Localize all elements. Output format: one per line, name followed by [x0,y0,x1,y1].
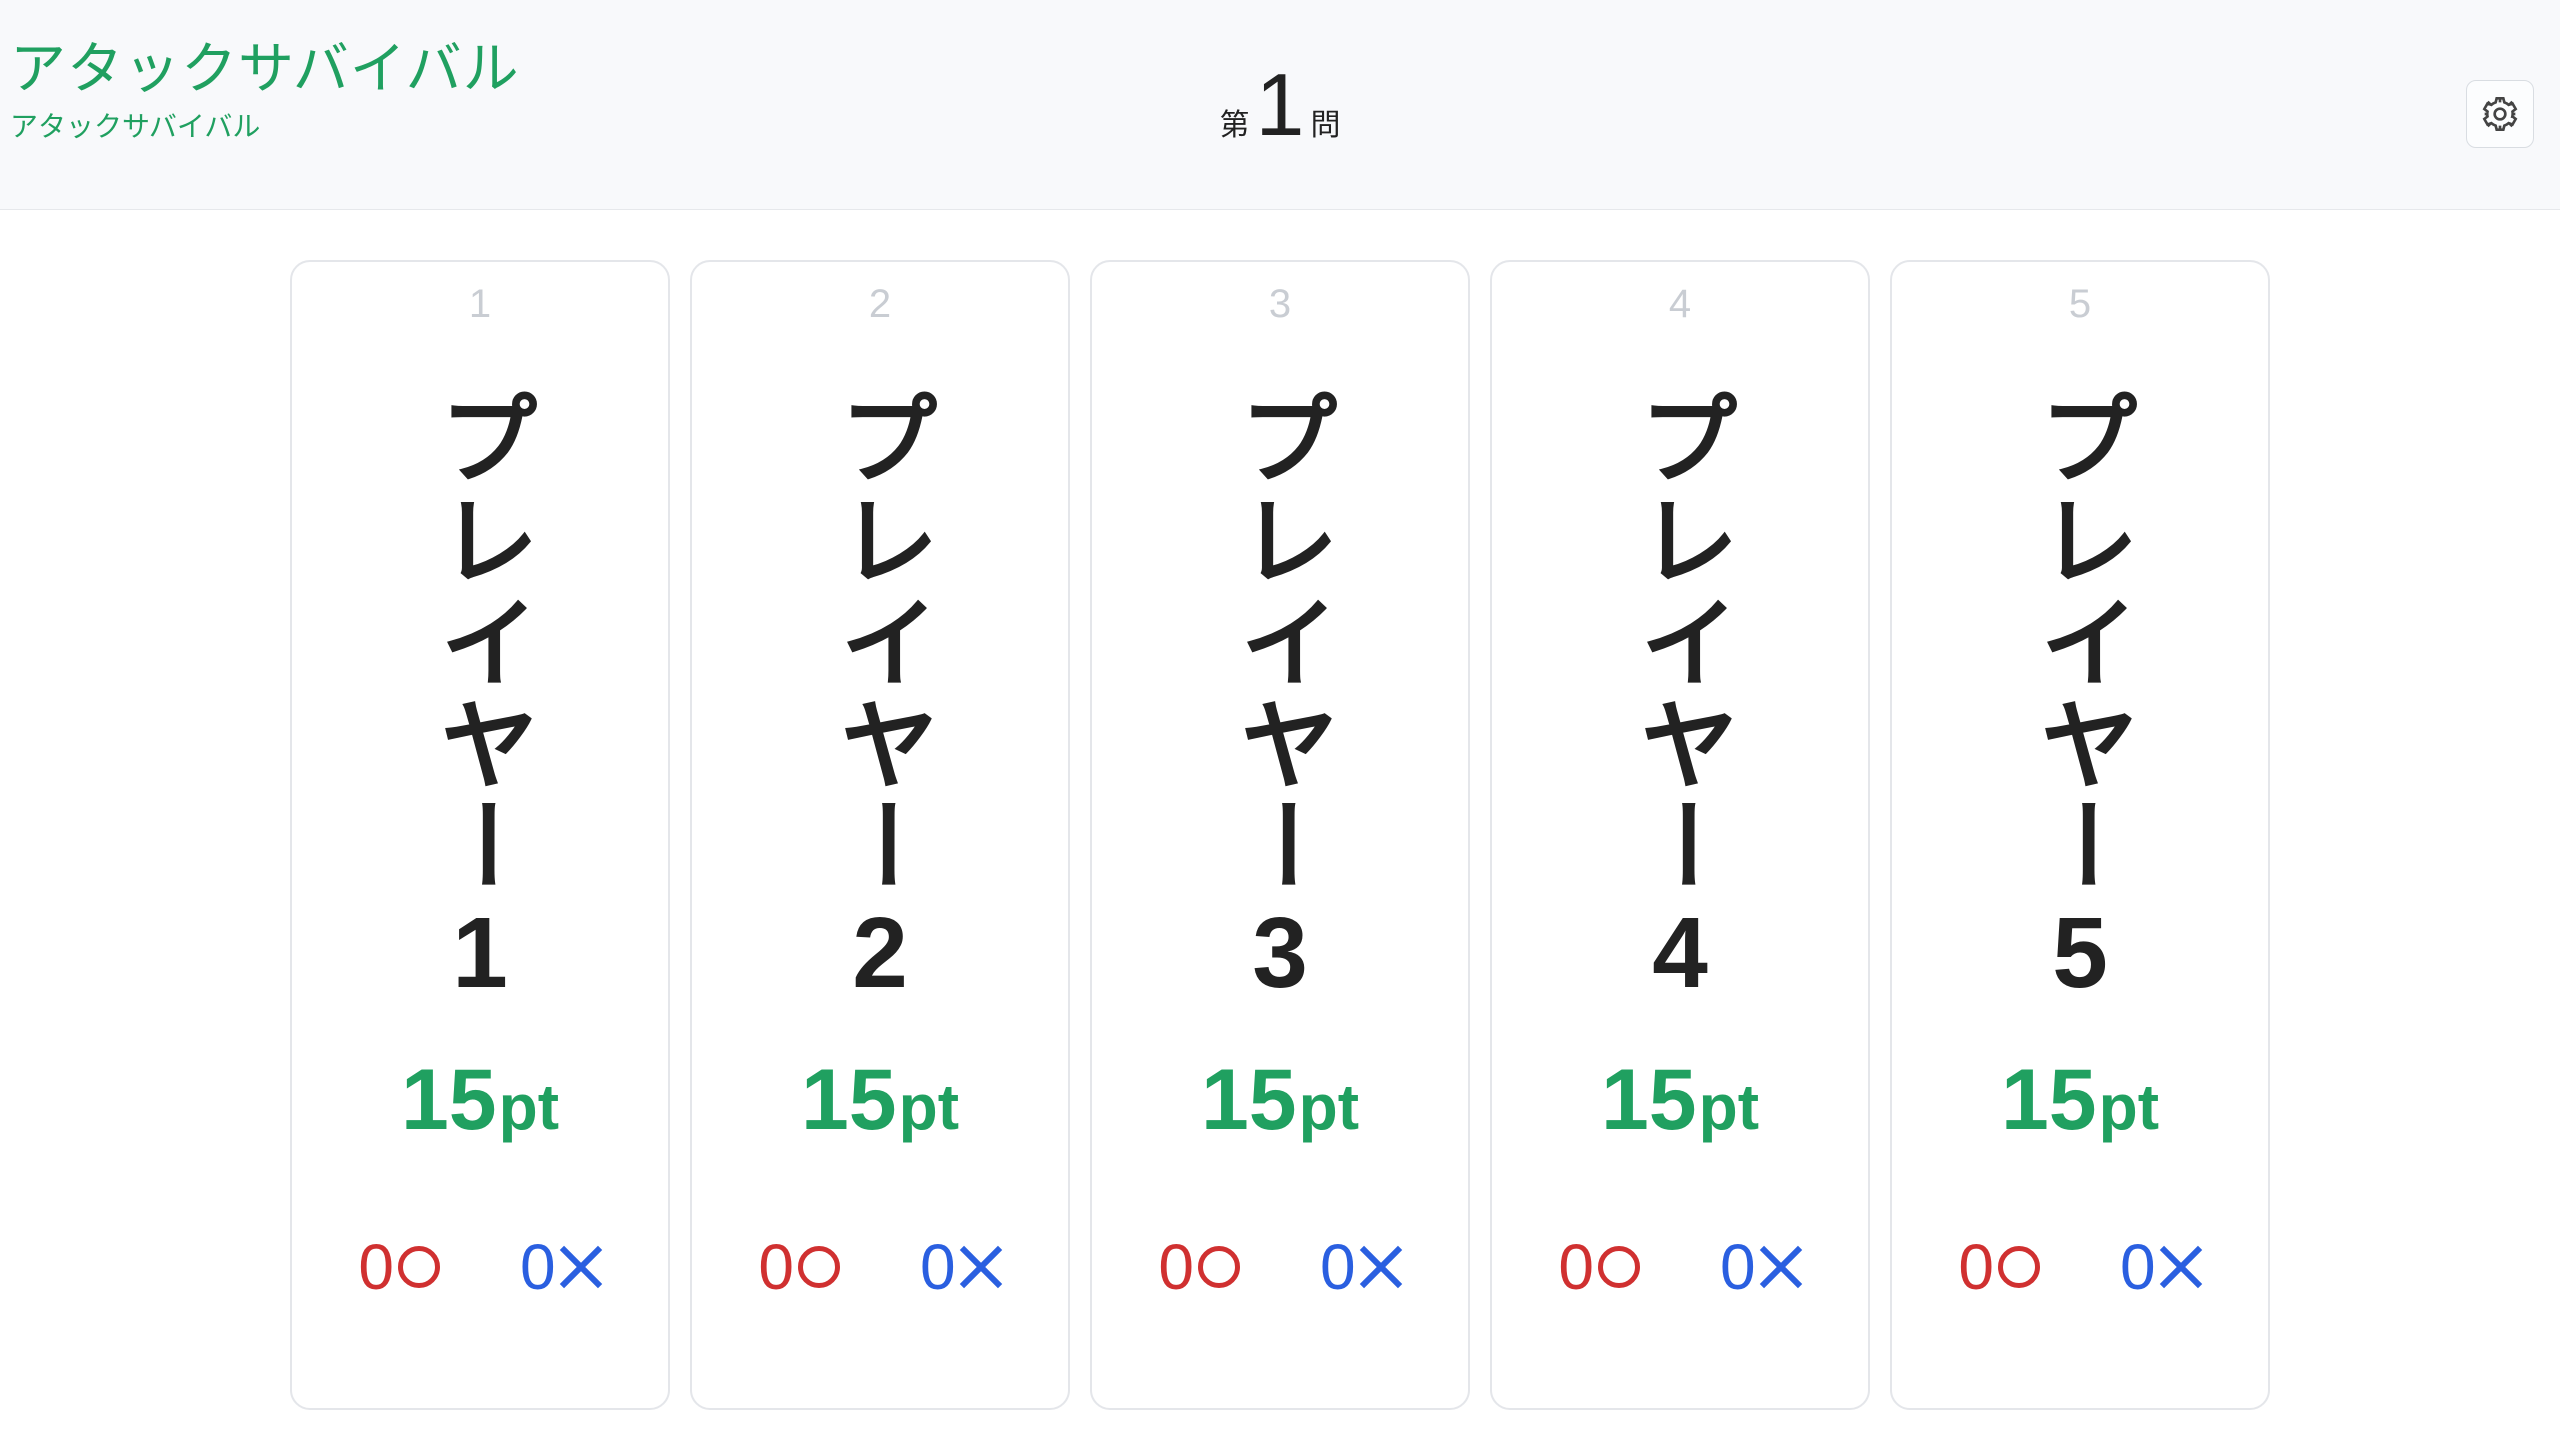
player-wrong-stat[interactable]: 0 [2120,1230,2202,1304]
question-suffix: 問 [1310,100,1340,144]
player-wrong-value: 0 [1720,1230,1756,1304]
player-index: 4 [1669,282,1691,327]
player-points-unit: pt [499,1070,559,1144]
question-prefix: 第 [1220,100,1250,144]
player-points-value: 15 [401,1051,497,1150]
settings-button[interactable] [2466,80,2534,148]
player-points-unit: pt [1699,1070,1759,1144]
player-wrong-stat[interactable]: 0 [1320,1230,1402,1304]
player-points-unit: pt [2099,1070,2159,1144]
player-wrong-stat[interactable]: 0 [920,1230,1002,1304]
player-points-value: 15 [1601,1051,1697,1150]
player-points-value: 15 [2001,1051,2097,1150]
circle-icon [1198,1246,1240,1288]
circle-icon [398,1246,440,1288]
player-points: 15pt [1601,1051,1759,1150]
player-wrong-value: 0 [520,1230,556,1304]
player-correct-value: 0 [758,1230,794,1304]
player-name: プレイヤー2 [830,387,930,1011]
player-correct-stat[interactable]: 0 [1958,1230,2040,1304]
player-correct-stat[interactable]: 0 [358,1230,440,1304]
player-points: 15pt [1201,1051,1359,1150]
player-correct-value: 0 [1158,1230,1194,1304]
player-stats: 0 0 [1558,1230,1801,1304]
player-card[interactable]: 5 プレイヤー5 15pt 0 0 [1890,260,2270,1410]
player-stats: 0 0 [758,1230,1001,1304]
cross-icon [1360,1246,1402,1288]
player-wrong-value: 0 [2120,1230,2156,1304]
player-card[interactable]: 3 プレイヤー3 15pt 0 0 [1090,260,1470,1410]
header: アタックサバイバル アタックサバイバル 第 1 問 [0,0,2560,210]
player-name: プレイヤー1 [430,387,530,1011]
player-correct-value: 0 [358,1230,394,1304]
player-points-unit: pt [1299,1070,1359,1144]
player-index: 5 [2069,282,2091,327]
gear-icon [2480,94,2520,134]
player-index: 1 [469,282,491,327]
player-stats: 0 0 [1158,1230,1401,1304]
player-stats: 0 0 [1958,1230,2201,1304]
player-stats: 0 0 [358,1230,601,1304]
player-correct-value: 0 [1958,1230,1994,1304]
players-row: 1 プレイヤー1 15pt 0 0 2 プレイヤー2 15pt 0 0 3 [0,210,2560,1410]
player-name: プレイヤー4 [1630,387,1730,1011]
player-card[interactable]: 2 プレイヤー2 15pt 0 0 [690,260,1070,1410]
player-points-value: 15 [1201,1051,1297,1150]
player-correct-stat[interactable]: 0 [1558,1230,1640,1304]
player-wrong-value: 0 [920,1230,956,1304]
player-name: プレイヤー3 [1230,387,1330,1011]
cross-icon [960,1246,1002,1288]
player-index: 3 [1269,282,1291,327]
circle-icon [1998,1246,2040,1288]
circle-icon [1598,1246,1640,1288]
player-correct-stat[interactable]: 0 [758,1230,840,1304]
player-wrong-value: 0 [1320,1230,1356,1304]
player-name: プレイヤー5 [2030,387,2130,1011]
player-correct-value: 0 [1558,1230,1594,1304]
player-wrong-stat[interactable]: 0 [1720,1230,1802,1304]
player-card[interactable]: 4 プレイヤー4 15pt 0 0 [1490,260,1870,1410]
circle-icon [798,1246,840,1288]
player-index: 2 [869,282,891,327]
cross-icon [560,1246,602,1288]
player-correct-stat[interactable]: 0 [1158,1230,1240,1304]
cross-icon [2160,1246,2202,1288]
cross-icon [1760,1246,1802,1288]
player-points: 15pt [801,1051,959,1150]
player-wrong-stat[interactable]: 0 [520,1230,602,1304]
player-card[interactable]: 1 プレイヤー1 15pt 0 0 [290,260,670,1410]
player-points-unit: pt [899,1070,959,1144]
player-points-value: 15 [801,1051,897,1150]
question-counter: 第 1 問 [1220,61,1341,149]
player-points: 15pt [401,1051,559,1150]
player-points: 15pt [2001,1051,2159,1150]
question-number: 1 [1256,61,1305,149]
